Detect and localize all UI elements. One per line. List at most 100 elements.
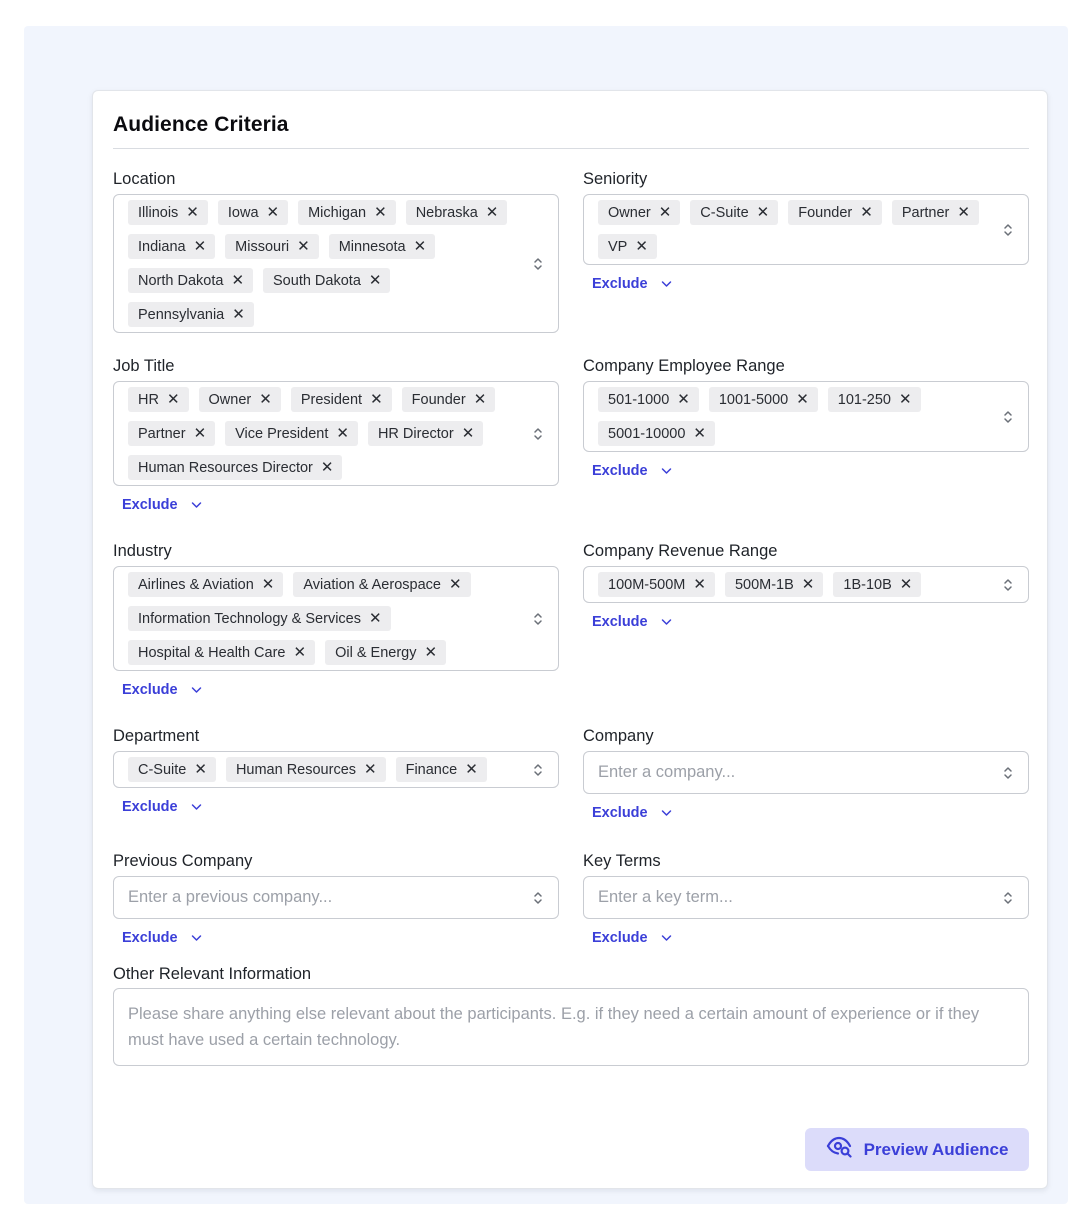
seniority-exclude-toggle[interactable]: Exclude bbox=[592, 274, 672, 294]
select-updown-icon[interactable] bbox=[532, 426, 544, 442]
remove-chip-icon[interactable]: ✕ bbox=[194, 762, 207, 777]
previous-company-exclude-toggle[interactable]: Exclude bbox=[122, 928, 202, 948]
remove-chip-icon[interactable]: ✕ bbox=[462, 426, 475, 441]
remove-chip-icon[interactable]: ✕ bbox=[231, 273, 244, 288]
chip-label: 101-250 bbox=[837, 391, 891, 408]
chip: Owner ✕ bbox=[198, 387, 281, 412]
remove-chip-icon[interactable]: ✕ bbox=[262, 577, 275, 592]
industry-exclude-toggle[interactable]: Exclude bbox=[122, 680, 202, 700]
remove-chip-icon[interactable]: ✕ bbox=[414, 239, 427, 254]
remove-chip-icon[interactable]: ✕ bbox=[297, 239, 310, 254]
chip-label: Founder bbox=[798, 204, 853, 221]
remove-chip-icon[interactable]: ✕ bbox=[802, 577, 815, 592]
industry-field: Industry Airlines & Aviation ✕ Aviation & … bbox=[113, 541, 559, 700]
chip: Founder ✕ bbox=[788, 200, 882, 225]
remove-chip-icon[interactable]: ✕ bbox=[465, 762, 478, 777]
remove-chip-icon[interactable]: ✕ bbox=[635, 239, 648, 254]
revenue-range-exclude-toggle[interactable]: Exclude bbox=[592, 612, 672, 632]
preview-audience-button[interactable]: Preview Audience bbox=[805, 1128, 1029, 1171]
remove-chip-icon[interactable]: ✕ bbox=[259, 392, 272, 407]
revenue-range-multiselect[interactable]: 100M-500M ✕ 500M-1B ✕ 1B-10B ✕ bbox=[583, 566, 1029, 603]
job-title-exclude-toggle[interactable]: Exclude bbox=[122, 495, 202, 515]
chip-label: Missouri bbox=[235, 238, 290, 255]
key-terms-exclude-toggle[interactable]: Exclude bbox=[592, 928, 672, 948]
chip: Partner ✕ bbox=[891, 200, 979, 225]
chip: C-Suite ✕ bbox=[690, 200, 779, 225]
chip-label: C-Suite bbox=[138, 761, 187, 778]
remove-chip-icon[interactable]: ✕ bbox=[369, 273, 382, 288]
chip: 500M-1B ✕ bbox=[724, 572, 824, 597]
industry-multiselect[interactable]: Airlines & Aviation ✕ Aviation & Aerospace… bbox=[113, 566, 559, 671]
remove-chip-icon[interactable]: ✕ bbox=[449, 577, 462, 592]
revenue-range-label: Company Revenue Range bbox=[583, 542, 778, 560]
remove-chip-icon[interactable]: ✕ bbox=[957, 205, 970, 220]
remove-chip-icon[interactable]: ✕ bbox=[364, 762, 377, 777]
select-updown-icon[interactable] bbox=[1002, 577, 1014, 593]
remove-chip-icon[interactable]: ✕ bbox=[294, 645, 307, 660]
card-title: Audience Criteria bbox=[113, 113, 289, 136]
select-updown-icon[interactable] bbox=[1002, 222, 1014, 238]
remove-chip-icon[interactable]: ✕ bbox=[374, 205, 387, 220]
chip: President ✕ bbox=[290, 387, 392, 412]
location-multiselect[interactable]: Illinois ✕ Iowa ✕ Michigan ✕ Nebraska ✕ Indiana ✕… bbox=[113, 194, 559, 333]
chip-label: Indiana bbox=[138, 238, 186, 255]
previous-company-placeholder: Enter a previous company... bbox=[128, 888, 333, 906]
remove-chip-icon[interactable]: ✕ bbox=[486, 205, 499, 220]
remove-chip-icon[interactable]: ✕ bbox=[900, 577, 913, 592]
remove-chip-icon[interactable]: ✕ bbox=[321, 460, 334, 475]
other-info-placeholder: Please share anything else relevant abou… bbox=[128, 1005, 980, 1049]
company-select-input[interactable]: Enter a company... bbox=[583, 751, 1029, 794]
remove-chip-icon[interactable]: ✕ bbox=[659, 205, 672, 220]
chevron-down-icon bbox=[661, 614, 672, 630]
previous-company-select-input[interactable]: Enter a previous company... bbox=[113, 876, 559, 919]
chip: Hospital & Health Care ✕ bbox=[128, 640, 316, 665]
remove-chip-icon[interactable]: ✕ bbox=[267, 205, 280, 220]
audience-criteria-card: Audience Criteria Location Illinois ✕ Iowa… bbox=[92, 90, 1048, 1189]
select-updown-icon[interactable] bbox=[532, 890, 544, 906]
select-updown-icon[interactable] bbox=[532, 762, 544, 778]
chip: 1B-10B ✕ bbox=[833, 572, 922, 597]
department-multiselect[interactable]: C-Suite ✕ Human Resources ✕ Finance ✕ bbox=[113, 751, 559, 788]
remove-chip-icon[interactable]: ✕ bbox=[194, 426, 207, 441]
remove-chip-icon[interactable]: ✕ bbox=[369, 611, 382, 626]
remove-chip-icon[interactable]: ✕ bbox=[860, 205, 873, 220]
previous-company-field: Previous Company Enter a previous compan… bbox=[113, 851, 559, 948]
department-exclude-toggle[interactable]: Exclude bbox=[122, 797, 202, 817]
exclude-label: Exclude bbox=[122, 682, 178, 698]
remove-chip-icon[interactable]: ✕ bbox=[757, 205, 770, 220]
remove-chip-icon[interactable]: ✕ bbox=[186, 205, 199, 220]
remove-chip-icon[interactable]: ✕ bbox=[693, 426, 706, 441]
company-exclude-toggle[interactable]: Exclude bbox=[592, 803, 672, 823]
remove-chip-icon[interactable]: ✕ bbox=[693, 577, 706, 592]
chevron-down-icon bbox=[661, 276, 672, 292]
select-updown-icon[interactable] bbox=[1002, 409, 1014, 425]
chip: Missouri ✕ bbox=[225, 234, 319, 259]
remove-chip-icon[interactable]: ✕ bbox=[232, 307, 245, 322]
chip-label: President bbox=[300, 391, 363, 408]
remove-chip-icon[interactable]: ✕ bbox=[370, 392, 383, 407]
key-terms-select-input[interactable]: Enter a key term... bbox=[583, 876, 1029, 919]
remove-chip-icon[interactable]: ✕ bbox=[474, 392, 487, 407]
seniority-multiselect[interactable]: Owner ✕ C-Suite ✕ Founder ✕ Partner ✕ VP ✕ bbox=[583, 194, 1029, 265]
remove-chip-icon[interactable]: ✕ bbox=[677, 392, 690, 407]
select-updown-icon[interactable] bbox=[1002, 765, 1014, 781]
select-updown-icon[interactable] bbox=[532, 611, 544, 627]
select-updown-icon[interactable] bbox=[532, 256, 544, 272]
location-label: Location bbox=[113, 170, 176, 188]
remove-chip-icon[interactable]: ✕ bbox=[899, 392, 912, 407]
remove-chip-icon[interactable]: ✕ bbox=[167, 392, 180, 407]
employee-range-multiselect[interactable]: 501-1000 ✕ 1001-5000 ✕ 101-250 ✕ 5001-10000 ✕ bbox=[583, 381, 1029, 452]
other-info-textarea[interactable]: Please share anything else relevant abou… bbox=[113, 988, 1029, 1066]
select-updown-icon[interactable] bbox=[1002, 890, 1014, 906]
remove-chip-icon[interactable]: ✕ bbox=[194, 239, 207, 254]
company-label: Company bbox=[583, 727, 654, 745]
employee-range-exclude-toggle[interactable]: Exclude bbox=[592, 461, 672, 481]
job-title-multiselect[interactable]: HR ✕ Owner ✕ President ✕ Founder ✕ Partner ✕ Vice … bbox=[113, 381, 559, 486]
remove-chip-icon[interactable]: ✕ bbox=[424, 645, 437, 660]
chip: HR ✕ bbox=[128, 387, 189, 412]
remove-chip-icon[interactable]: ✕ bbox=[336, 426, 349, 441]
chip: North Dakota ✕ bbox=[128, 268, 254, 293]
seniority-label: Seniority bbox=[583, 170, 648, 188]
chevron-down-icon bbox=[191, 799, 202, 815]
remove-chip-icon[interactable]: ✕ bbox=[796, 392, 809, 407]
